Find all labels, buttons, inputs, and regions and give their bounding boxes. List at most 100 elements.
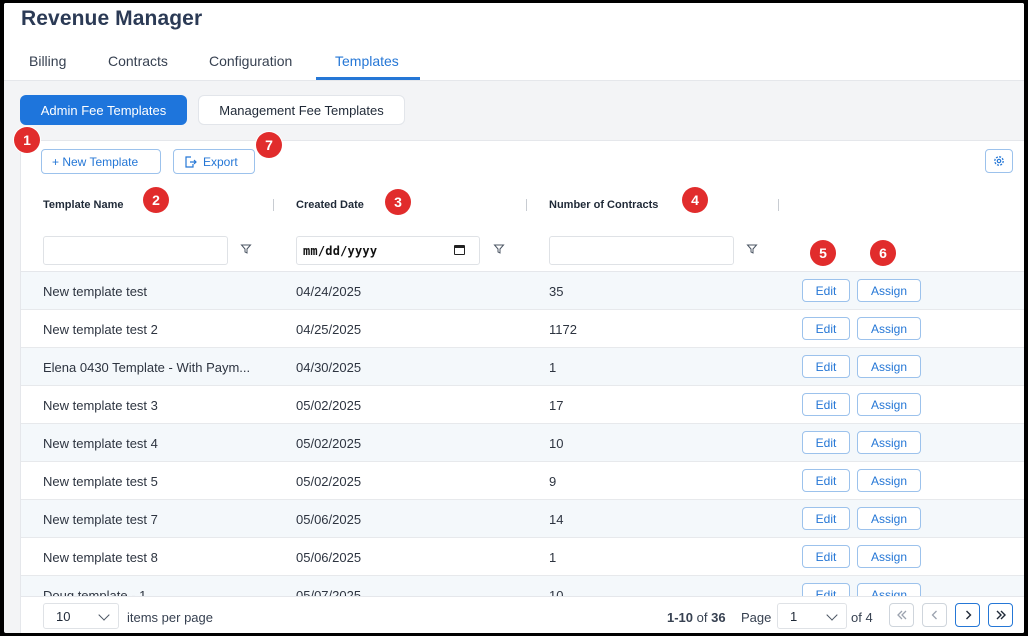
edit-button[interactable]: Edit bbox=[802, 279, 850, 302]
column-resize-handle[interactable] bbox=[273, 199, 274, 211]
page-select[interactable]: 1 bbox=[777, 603, 847, 629]
tab-templates[interactable]: Templates bbox=[335, 53, 399, 69]
tab-billing[interactable]: Billing bbox=[29, 53, 66, 69]
page-size-value: 10 bbox=[56, 608, 71, 624]
annotation-badge: 1 bbox=[14, 127, 40, 153]
assign-button[interactable]: Assign bbox=[857, 431, 921, 454]
contract-count-cell: 1172 bbox=[549, 322, 577, 337]
created-date-cell: 04/24/2025 bbox=[296, 284, 362, 299]
template-name-cell: New template test 5 bbox=[43, 474, 158, 489]
header: Revenue Manager Billing Contracts Config… bbox=[4, 3, 1024, 81]
prev-page-button[interactable] bbox=[922, 603, 947, 627]
items-per-page-label: items per page bbox=[127, 610, 213, 625]
double-chevron-right-icon bbox=[996, 610, 1006, 620]
column-header-template-name[interactable]: Template Name bbox=[43, 199, 124, 211]
filter-icon[interactable] bbox=[493, 243, 505, 255]
contract-count-cell: 10 bbox=[549, 436, 564, 451]
contract-count-cell: 10 bbox=[549, 588, 564, 596]
edit-button[interactable]: Edit bbox=[802, 583, 850, 596]
range-summary: 1-10 of 36 bbox=[667, 610, 726, 625]
table-row[interactable]: New template test 2 04/25/2025 1172 Edit Ass… bbox=[21, 310, 1024, 348]
column-header-number-of-contracts[interactable]: Number of Contracts bbox=[549, 199, 658, 211]
pagination-bar: 10 items per page 1-10 of 36 Page 1 of 4 bbox=[21, 596, 1024, 633]
created-date-cell: 05/06/2025 bbox=[296, 512, 362, 527]
created-date-filter-input[interactable]: mm/dd/yyyy bbox=[296, 236, 480, 265]
column-resize-handle[interactable] bbox=[778, 199, 779, 211]
chevron-left-icon bbox=[931, 610, 937, 620]
table-row[interactable]: New template test 5 05/02/2025 9 Edit Assign bbox=[21, 462, 1024, 500]
date-placeholder: mm/dd/yyyy bbox=[303, 243, 378, 258]
template-name-cell: New template test 2 bbox=[43, 322, 158, 337]
grid-settings-button[interactable] bbox=[985, 149, 1013, 173]
current-page-value: 1 bbox=[790, 608, 798, 624]
double-chevron-left-icon bbox=[896, 610, 906, 620]
chevron-down-icon bbox=[826, 609, 838, 621]
column-resize-handle[interactable] bbox=[526, 199, 527, 211]
export-button[interactable]: Export bbox=[173, 149, 255, 174]
annotation-badge: 7 bbox=[256, 132, 282, 158]
edit-button[interactable]: Edit bbox=[802, 431, 850, 454]
created-date-cell: 04/30/2025 bbox=[296, 360, 362, 375]
edit-button[interactable]: Edit bbox=[802, 469, 850, 492]
total-count: 36 bbox=[711, 610, 726, 625]
template-name-cell: New template test 4 bbox=[43, 436, 158, 451]
template-name-cell: New template test 7 bbox=[43, 512, 158, 527]
contracts-filter-input[interactable] bbox=[549, 236, 734, 265]
table-row[interactable]: New template test 04/24/2025 35 Edit Assign bbox=[21, 272, 1024, 310]
new-template-label: + New Template bbox=[52, 154, 139, 169]
contract-count-cell: 17 bbox=[549, 398, 564, 413]
table-row[interactable]: Elena 0430 Template - With Paym... 04/30/… bbox=[21, 348, 1024, 386]
template-name-filter-input[interactable] bbox=[43, 236, 228, 265]
app-title: Revenue Manager bbox=[21, 7, 203, 30]
edit-button[interactable]: Edit bbox=[802, 317, 850, 340]
filter-icon[interactable] bbox=[746, 243, 758, 255]
table-row[interactable]: Doug template - 1 05/07/2025 10 Edit Assign bbox=[21, 576, 1024, 596]
assign-button[interactable]: Assign bbox=[857, 545, 921, 568]
template-name-cell: New template test 8 bbox=[43, 550, 158, 565]
templates-grid: + New Template Export Template Name Crea… bbox=[20, 140, 1024, 633]
assign-button[interactable]: Assign bbox=[857, 393, 921, 416]
page-count-label: of 4 bbox=[851, 610, 873, 625]
edit-button[interactable]: Edit bbox=[802, 355, 850, 378]
export-label: Export bbox=[203, 154, 238, 169]
created-date-cell: 05/06/2025 bbox=[296, 550, 362, 565]
range-of-label: of bbox=[696, 610, 708, 625]
annotation-badge: 6 bbox=[870, 240, 896, 266]
assign-button[interactable]: Assign bbox=[857, 279, 921, 302]
assign-button[interactable]: Assign bbox=[857, 583, 921, 596]
subtab-admin-fee-templates[interactable]: Admin Fee Templates bbox=[20, 95, 187, 125]
filter-icon[interactable] bbox=[240, 243, 252, 255]
edit-button[interactable]: Edit bbox=[802, 393, 850, 416]
column-header-created-date[interactable]: Created Date bbox=[296, 199, 364, 211]
edit-button[interactable]: Edit bbox=[802, 545, 850, 568]
table-row[interactable]: New template test 7 05/06/2025 14 Edit Assig… bbox=[21, 500, 1024, 538]
page-size-select[interactable]: 10 bbox=[43, 603, 119, 629]
template-name-cell: New template test bbox=[43, 284, 148, 299]
last-page-button[interactable] bbox=[988, 603, 1013, 627]
template-name-cell: New template test 3 bbox=[43, 398, 158, 413]
edit-button[interactable]: Edit bbox=[802, 507, 850, 530]
tab-configuration[interactable]: Configuration bbox=[209, 53, 292, 69]
table-row[interactable]: New template test 4 05/02/2025 10 Edit Assig… bbox=[21, 424, 1024, 462]
tab-contracts[interactable]: Contracts bbox=[108, 53, 168, 69]
contract-count-cell: 35 bbox=[549, 284, 564, 299]
range-value: 1-10 bbox=[667, 610, 694, 625]
new-template-button[interactable]: + New Template bbox=[41, 149, 161, 174]
created-date-cell: 05/02/2025 bbox=[296, 474, 362, 489]
table-row[interactable]: New template test 8 05/06/2025 1 Edit Assign bbox=[21, 538, 1024, 576]
calendar-icon[interactable] bbox=[454, 245, 465, 255]
assign-button[interactable]: Assign bbox=[857, 317, 921, 340]
table-row[interactable]: New template test 3 05/02/2025 17 Edit Assig… bbox=[21, 386, 1024, 424]
assign-button[interactable]: Assign bbox=[857, 469, 921, 492]
contract-count-cell: 1 bbox=[549, 360, 557, 375]
annotation-badge: 4 bbox=[682, 187, 708, 213]
page-label: Page bbox=[741, 610, 772, 625]
assign-button[interactable]: Assign bbox=[857, 507, 921, 530]
template-name-cell: Doug template - 1 bbox=[43, 588, 147, 596]
assign-button[interactable]: Assign bbox=[857, 355, 921, 378]
first-page-button[interactable] bbox=[889, 603, 914, 627]
contract-count-cell: 9 bbox=[549, 474, 557, 489]
subtab-management-fee-templates[interactable]: Management Fee Templates bbox=[198, 95, 405, 125]
created-date-cell: 05/02/2025 bbox=[296, 398, 362, 413]
next-page-button[interactable] bbox=[955, 603, 980, 627]
